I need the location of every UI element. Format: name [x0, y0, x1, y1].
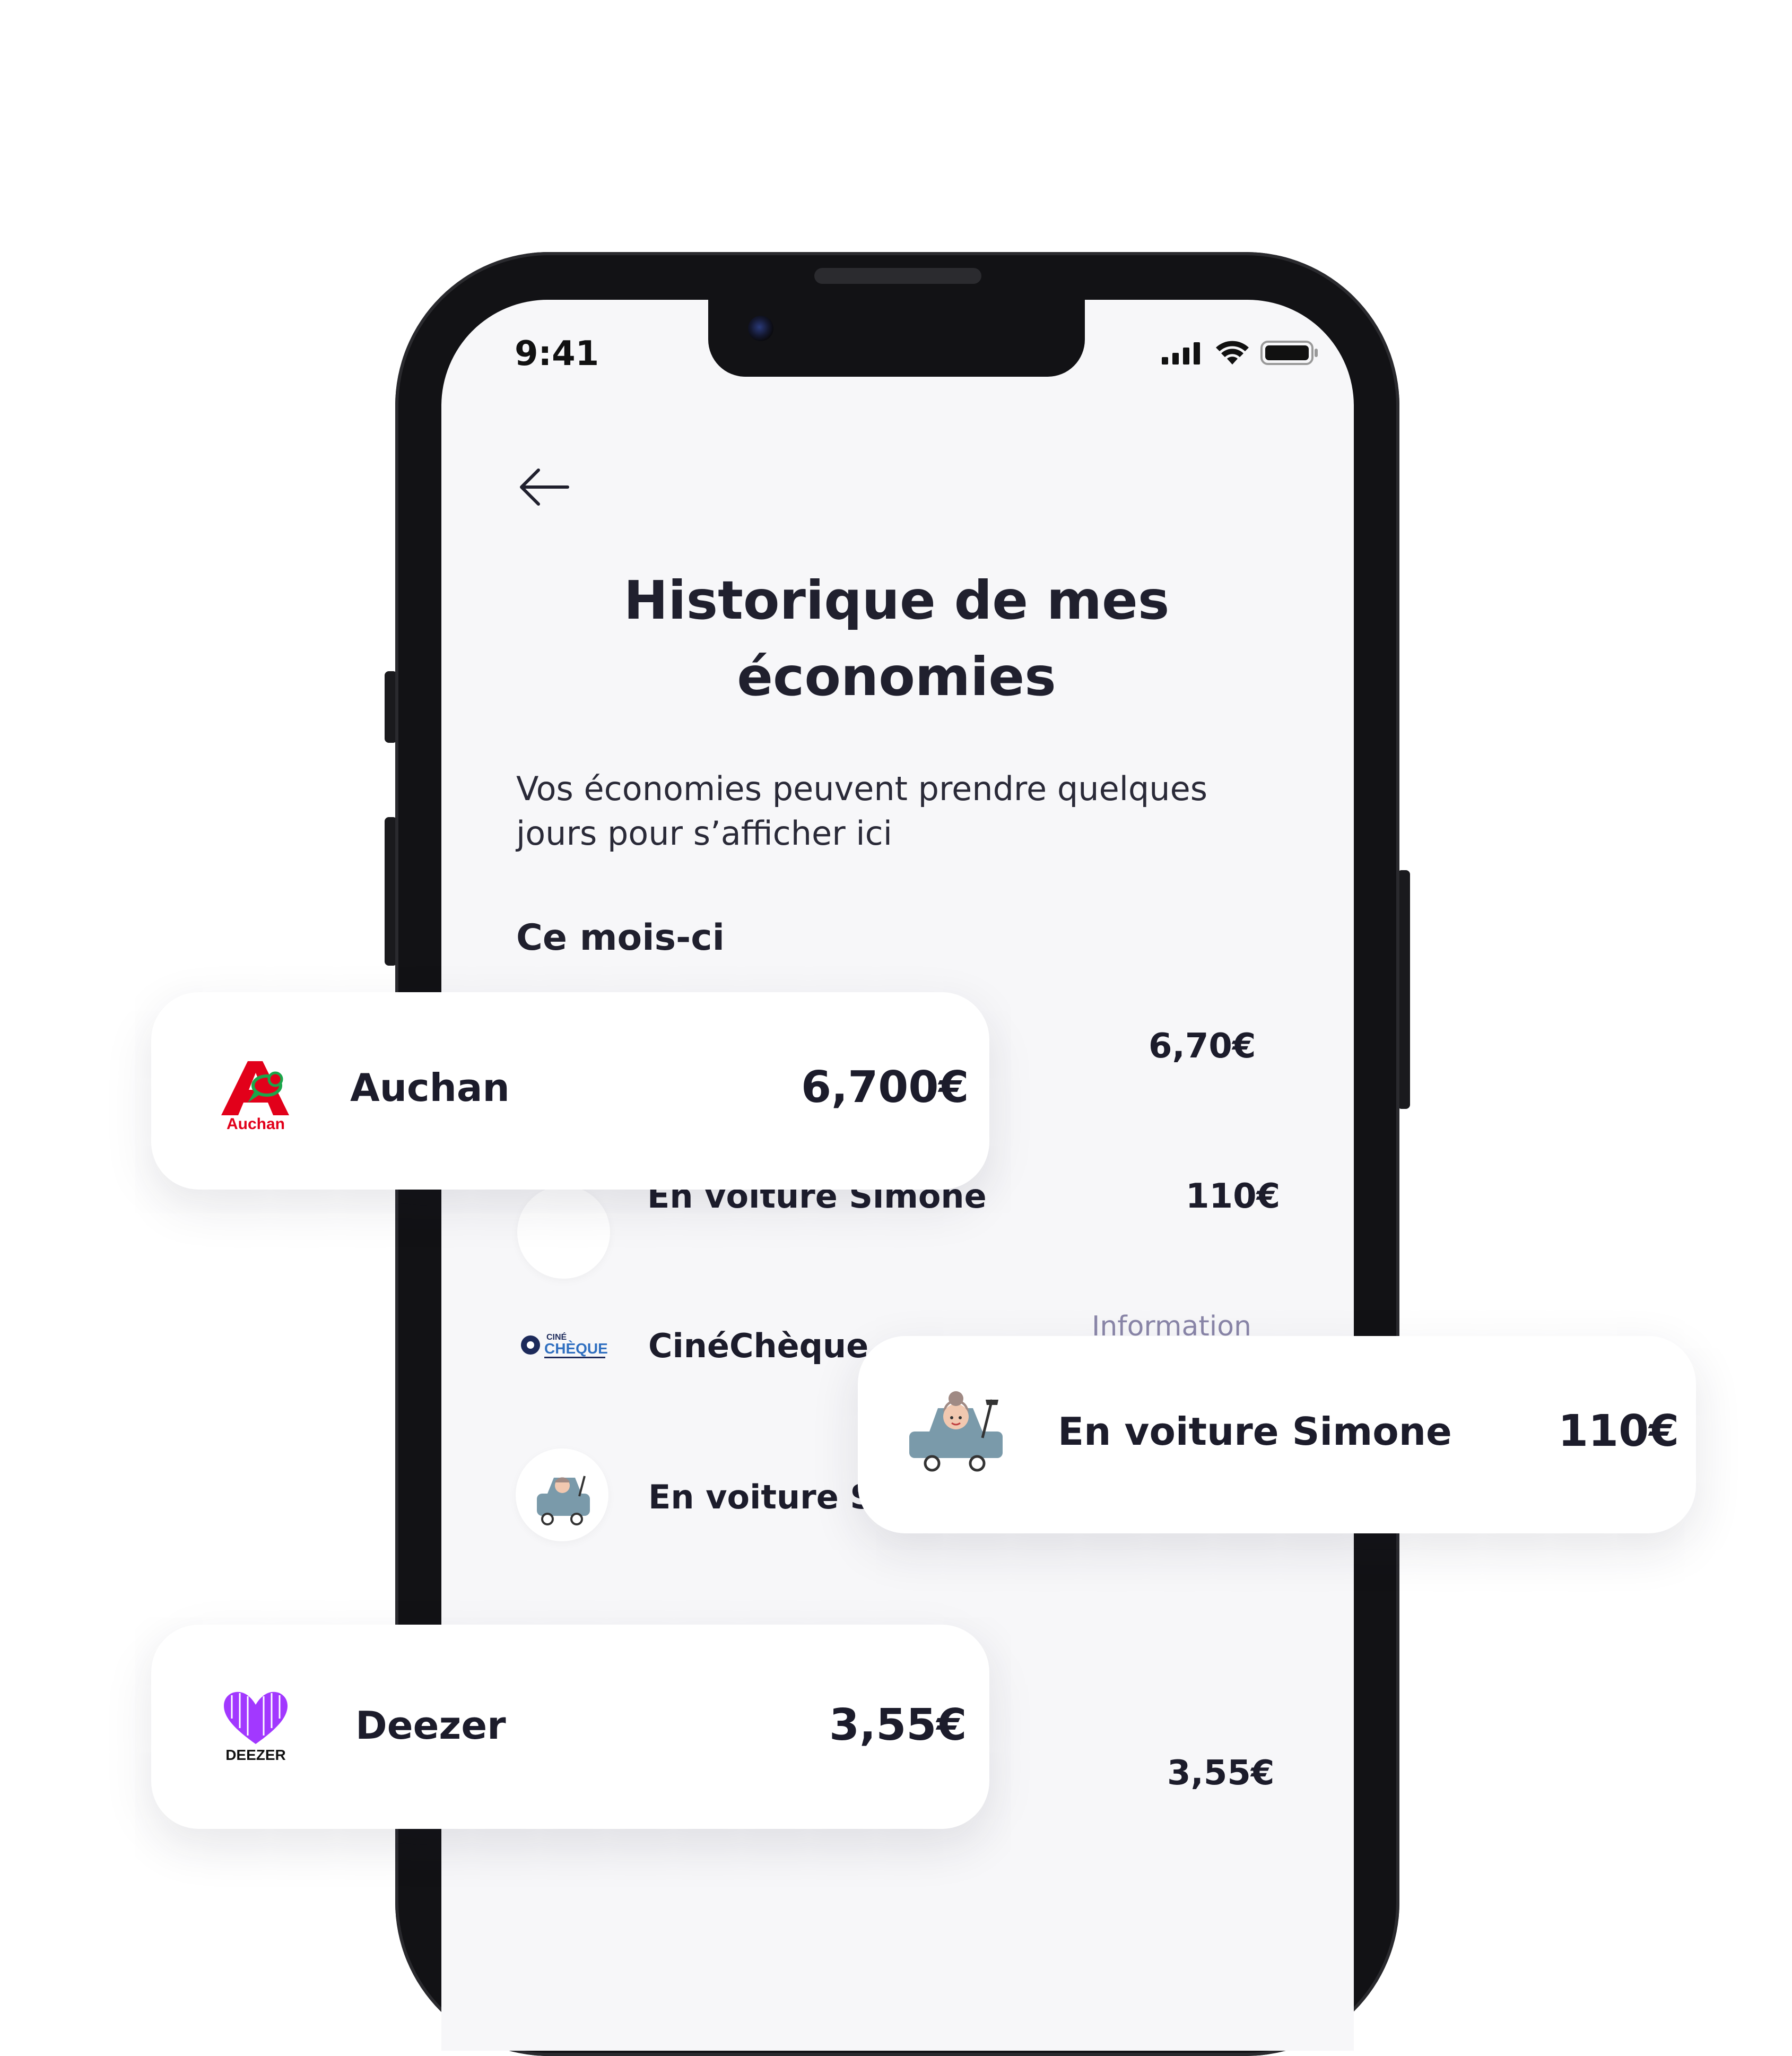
deezer-logo-icon: DEEZER [216, 1686, 295, 1765]
list-item-amount: 110€ [1186, 1177, 1281, 1216]
camera-icon [748, 316, 773, 341]
card-merchant-name: En voiture Simone [1058, 1409, 1452, 1454]
card-amount: 110€ [1558, 1406, 1680, 1456]
car-illustration-icon [537, 1476, 590, 1525]
savings-card-auchan[interactable]: Auchan Auchan 6,700€ [151, 992, 989, 1190]
deezer-logo-text: DEEZER [225, 1747, 286, 1763]
cinecheque-logo: CINÉ CHÈQUE [519, 1329, 609, 1364]
speaker-grille [814, 268, 981, 284]
car-illustration-icon [903, 1389, 1009, 1474]
savings-card-en-voiture-simone[interactable]: En voiture Simone 110€ [858, 1336, 1696, 1533]
signal-icon [1162, 342, 1200, 365]
page-subtitle: Vos économies peuvent prendre quelques j… [516, 769, 1208, 853]
battery-icon [1260, 341, 1318, 365]
auchan-logo-icon: Auchan [216, 1057, 295, 1133]
list-item-avatar [516, 1448, 608, 1541]
list-item-name: CinéChèque [648, 1326, 869, 1365]
status-time: 9:41 [515, 334, 599, 374]
section-heading: Ce mois-ci [516, 917, 725, 959]
wifi-icon [1216, 341, 1249, 365]
auchan-logo-text: Auchan [227, 1115, 285, 1131]
card-amount: 6,700€ [801, 1062, 969, 1113]
savings-card-deezer[interactable]: DEEZER Deezer 3,55€ [151, 1625, 989, 1829]
card-merchant-name: Auchan [350, 1065, 510, 1110]
status-icons [1162, 340, 1319, 366]
back-arrow-icon[interactable] [517, 466, 570, 508]
cinecheque-logo-bottom: CHÈQUE [544, 1340, 608, 1357]
list-item-avatar [517, 1186, 610, 1279]
list-item-amount: 6,70€ [1149, 1027, 1256, 1066]
page-title: Historique de mes économies [623, 569, 1170, 708]
card-merchant-name: Deezer [355, 1703, 506, 1748]
list-item-amount: 3,55€ [1167, 1754, 1275, 1793]
card-amount: 3,55€ [829, 1700, 967, 1750]
